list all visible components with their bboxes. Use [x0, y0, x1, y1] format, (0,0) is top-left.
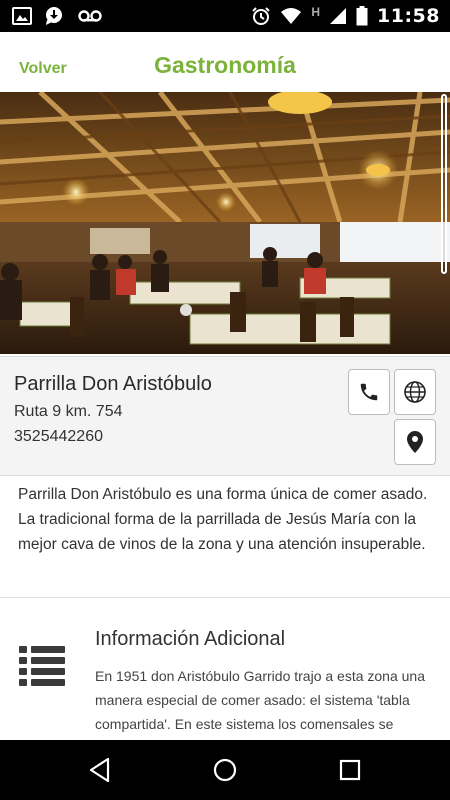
- page-title: Gastronomía: [154, 52, 296, 78]
- carousel-dot[interactable]: [179, 303, 193, 317]
- image-scroll-indicator[interactable]: [441, 94, 447, 274]
- screen: H 11:58 Volver Gastronomía Parrilla Don …: [0, 0, 450, 800]
- battery-icon: [356, 6, 368, 26]
- map-button[interactable]: [394, 419, 436, 465]
- back-icon: [89, 757, 110, 783]
- voicemail-icon: [78, 9, 102, 23]
- alarm-icon: [251, 6, 271, 26]
- website-button[interactable]: [394, 369, 436, 415]
- divider: [0, 597, 450, 598]
- place-name: Parrilla Don Aristóbulo: [14, 373, 212, 395]
- place-phone: 3525442260: [14, 428, 103, 445]
- status-bar: H 11:58: [0, 0, 450, 32]
- hero-image[interactable]: [0, 92, 450, 354]
- network-type-label: H: [311, 5, 321, 19]
- nav-back-button[interactable]: [85, 755, 115, 785]
- home-icon: [213, 758, 237, 782]
- wifi-icon: [280, 7, 302, 25]
- recents-icon: [339, 759, 361, 781]
- place-info-card: Parrilla Don Aristóbulo Ruta 9 km. 754 3…: [0, 356, 450, 476]
- place-address: Ruta 9 km. 754: [14, 403, 123, 420]
- call-button[interactable]: [348, 369, 390, 415]
- signal-icon: [329, 7, 347, 25]
- app-header: Volver Gastronomía: [0, 32, 450, 92]
- chat-download-icon: [44, 6, 66, 26]
- globe-icon: [404, 381, 426, 403]
- image-icon: [12, 7, 32, 25]
- place-description: Parrilla Don Aristóbulo es una forma úni…: [18, 486, 428, 553]
- additional-info-title: Información Adicional: [95, 628, 286, 650]
- clock: 11:58: [377, 5, 440, 27]
- navigation-bar: [0, 740, 450, 800]
- nav-home-button[interactable]: [210, 755, 240, 785]
- map-pin-icon: [407, 431, 423, 453]
- restaurant-interior-photo: [0, 92, 450, 354]
- list-icon: [19, 646, 65, 686]
- phone-icon: [360, 383, 378, 401]
- nav-recents-button[interactable]: [335, 755, 365, 785]
